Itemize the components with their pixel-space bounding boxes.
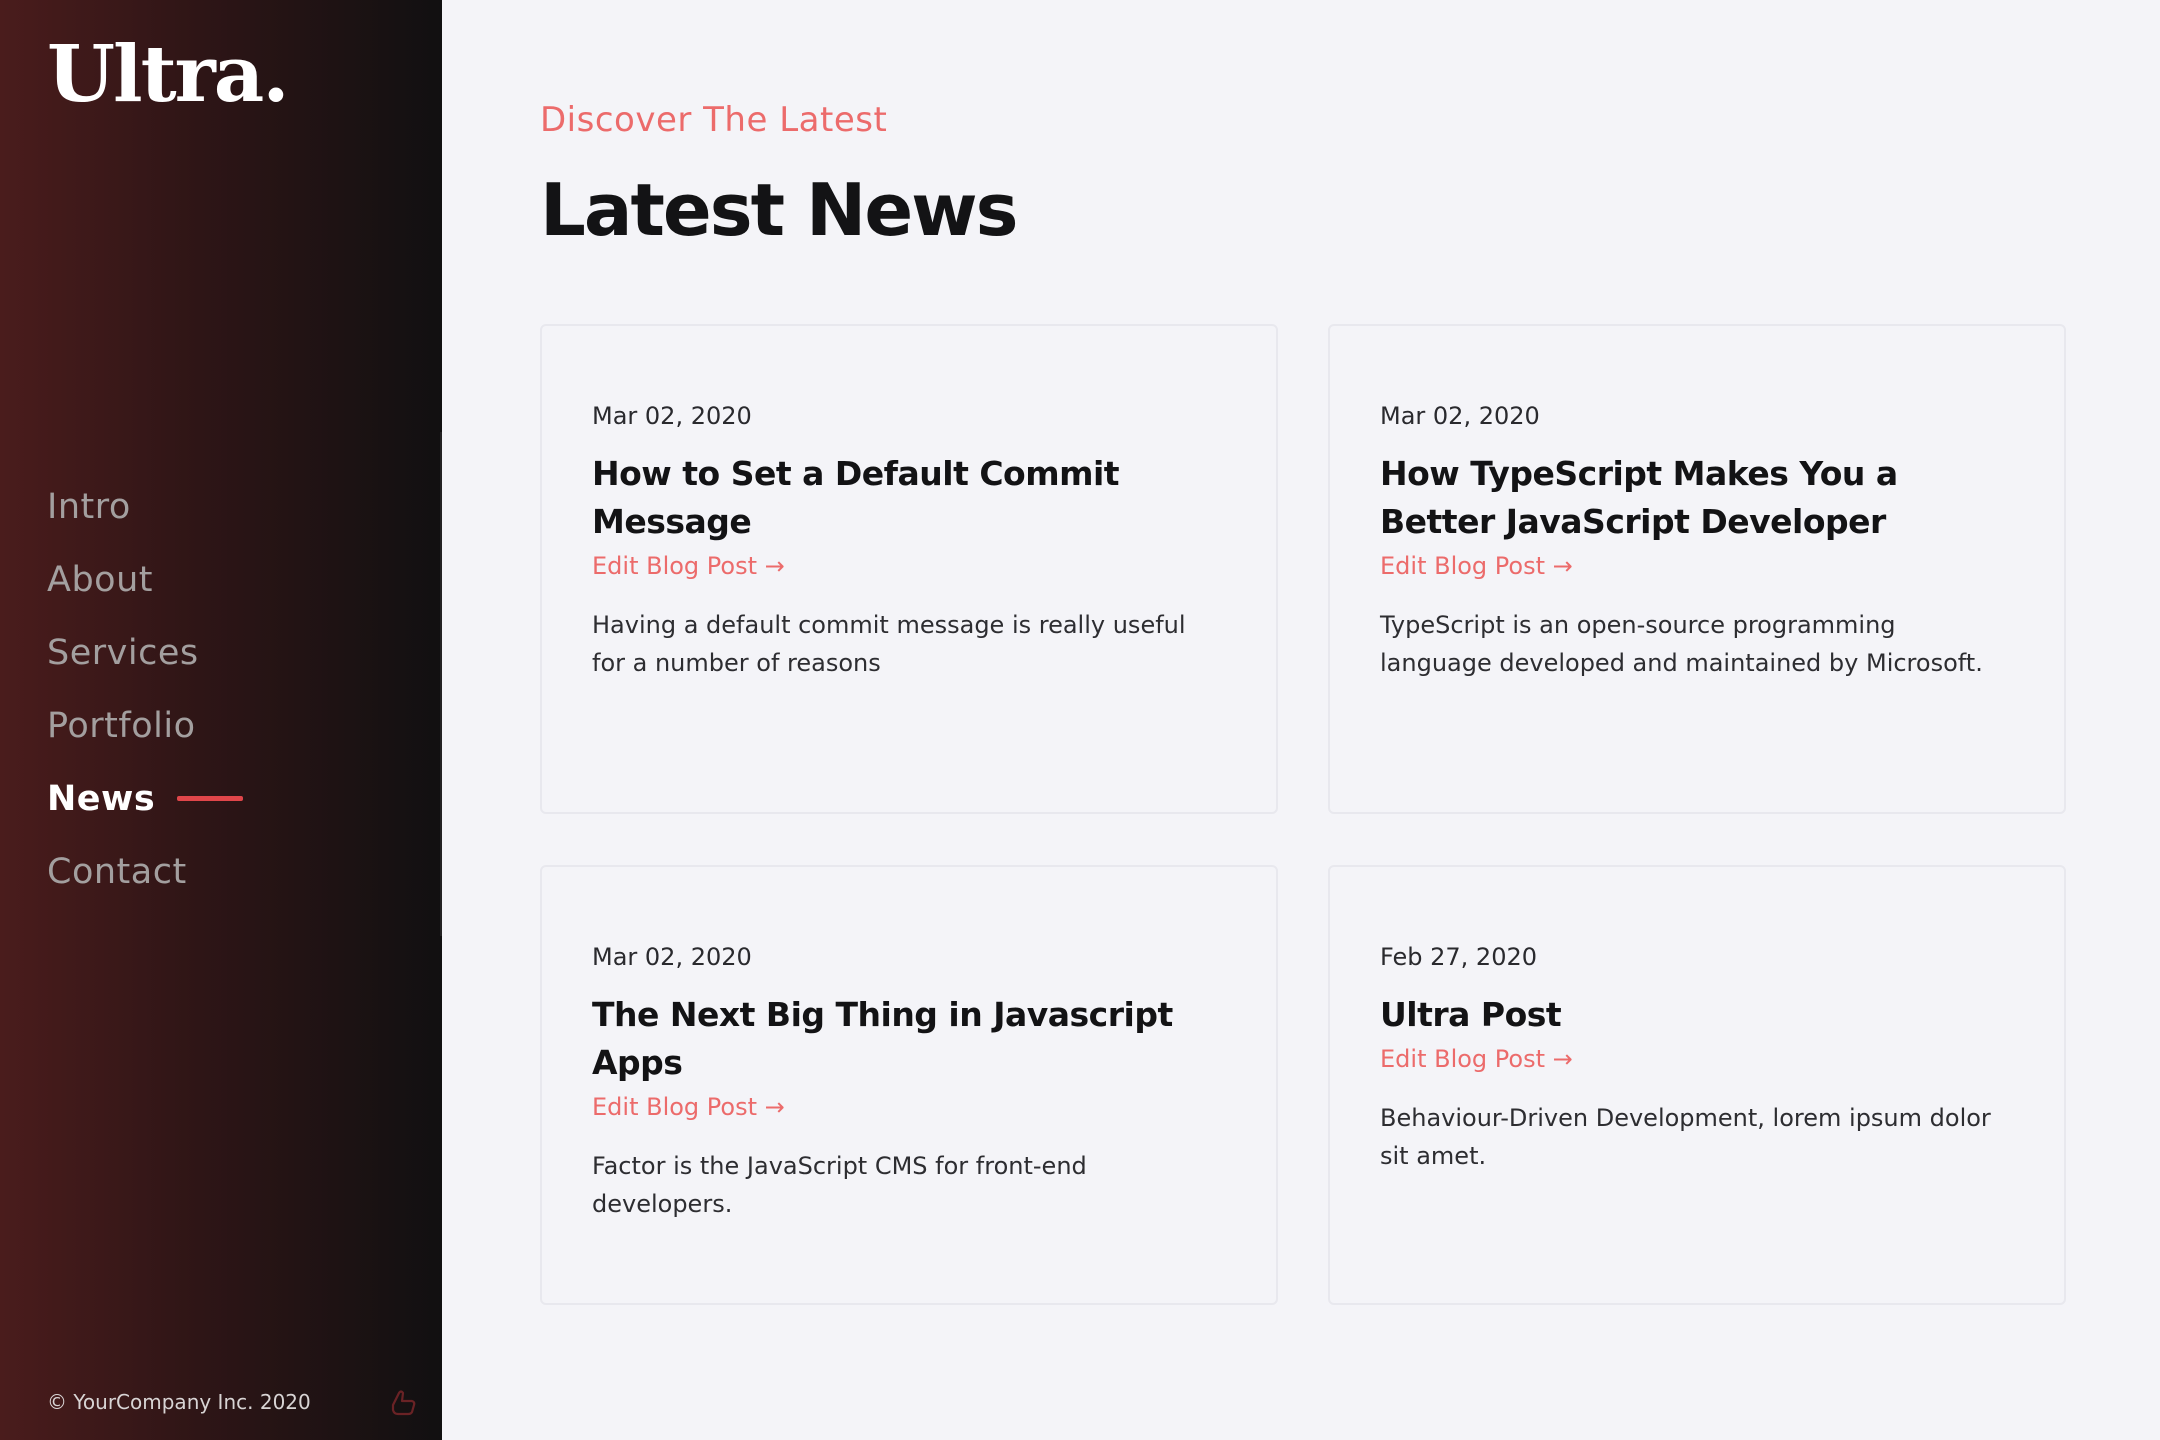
main-nav: Intro About Services Portfolio News Cont… <box>47 470 244 908</box>
post-title[interactable]: How to Set a Default Commit Message <box>592 450 1226 546</box>
hand-pointer-icon[interactable] <box>385 1383 419 1417</box>
edit-blog-post-link[interactable]: Edit Blog Post → <box>592 546 785 586</box>
page-title: Latest News <box>540 168 1019 252</box>
nav-item-label: News <box>47 778 156 819</box>
news-card: Mar 02, 2020 The Next Big Thing in Javas… <box>540 865 1278 1305</box>
edit-blog-post-link[interactable]: Edit Blog Post → <box>1380 546 1573 586</box>
nav-item-label: About <box>47 559 153 600</box>
post-excerpt: TypeScript is an open-source programming… <box>1380 611 1983 677</box>
nav-item-label: Intro <box>47 486 131 527</box>
post-title[interactable]: Ultra Post <box>1380 991 2014 1039</box>
post-excerpt: Factor is the JavaScript CMS for front-e… <box>592 1152 1087 1218</box>
nav-item-intro[interactable]: Intro <box>47 470 243 543</box>
copyright-text: © YourCompany Inc. 2020 <box>47 1390 311 1414</box>
post-date: Mar 02, 2020 <box>592 402 752 430</box>
news-card: Feb 27, 2020 Ultra Post Edit Blog Post →… <box>1328 865 2066 1305</box>
edit-blog-post-link[interactable]: Edit Blog Post → <box>1380 1039 1573 1079</box>
main-content: Discover The Latest Latest News Mar 02, … <box>442 0 2160 1440</box>
news-card: Mar 02, 2020 How TypeScript Makes You a … <box>1328 324 2066 814</box>
sidebar: Ultra. Intro About Services Portfolio Ne… <box>0 0 442 1440</box>
nav-item-about[interactable]: About <box>47 543 243 616</box>
active-indicator <box>177 796 244 801</box>
nav-item-news[interactable]: News <box>47 762 244 835</box>
nav-item-services[interactable]: Services <box>47 616 243 689</box>
logo[interactable]: Ultra. <box>47 36 289 114</box>
edit-blog-post-link[interactable]: Edit Blog Post → <box>592 1087 785 1127</box>
nav-item-contact[interactable]: Contact <box>47 835 243 908</box>
post-excerpt: Having a default commit message is reall… <box>592 611 1186 677</box>
section-eyebrow: Discover The Latest <box>540 100 888 140</box>
post-date: Feb 27, 2020 <box>1380 943 1537 971</box>
nav-item-label: Services <box>47 632 199 673</box>
nav-item-label: Contact <box>47 851 187 892</box>
news-card: Mar 02, 2020 How to Set a Default Commit… <box>540 324 1278 814</box>
post-date: Mar 02, 2020 <box>592 943 752 971</box>
post-excerpt: Behaviour-Driven Development, lorem ipsu… <box>1380 1104 1991 1170</box>
post-title[interactable]: The Next Big Thing in Javascript Apps <box>592 991 1226 1087</box>
nav-item-label: Portfolio <box>47 705 196 746</box>
post-title[interactable]: How TypeScript Makes You a Better JavaSc… <box>1380 450 2014 546</box>
post-date: Mar 02, 2020 <box>1380 402 1540 430</box>
nav-item-portfolio[interactable]: Portfolio <box>47 689 243 762</box>
